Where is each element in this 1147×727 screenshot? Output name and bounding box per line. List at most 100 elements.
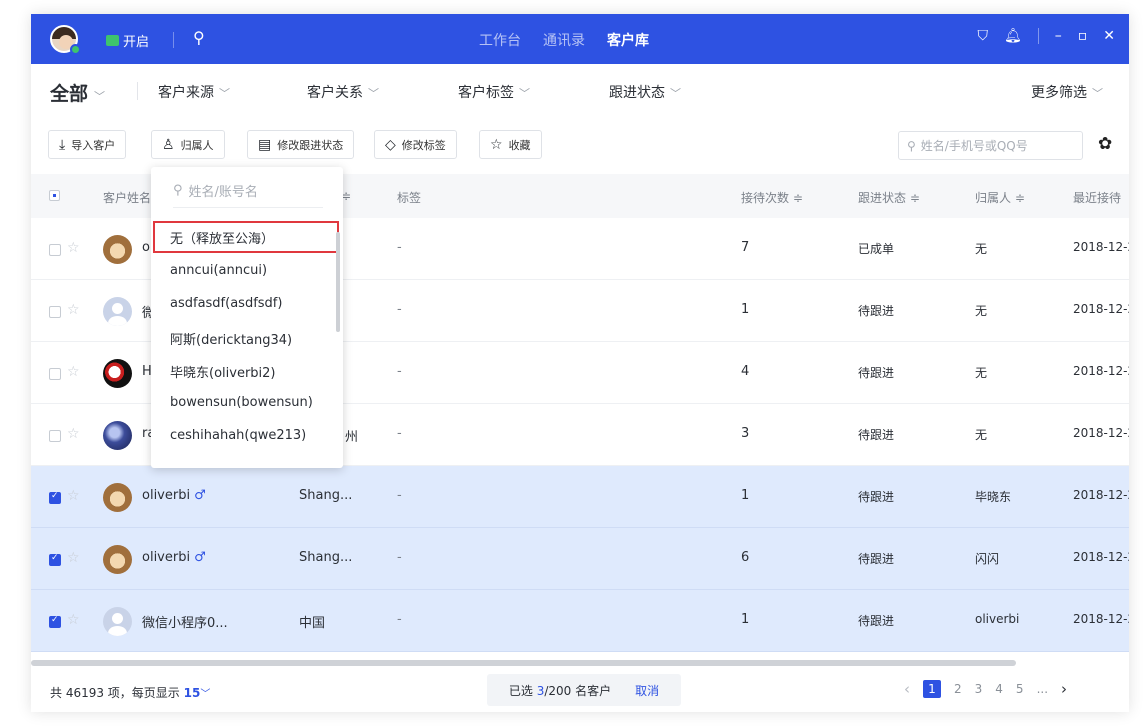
page-3[interactable]: 3: [975, 682, 983, 696]
page-2[interactable]: 2: [954, 682, 962, 696]
assign-label: 归属人: [180, 138, 214, 152]
cancel-selection-button[interactable]: 取消: [635, 682, 659, 699]
table-row[interactable]: ☆ 微信小程序0... 中国 - 1 待跟进 oliverbi 2018-12-…: [31, 590, 1129, 652]
recent-reception-date: 2018-12-2: [1073, 302, 1129, 316]
select-all-checkbox[interactable]: [49, 190, 60, 201]
dropdown-divider: [173, 207, 323, 208]
chevron-down-icon: ﹀: [519, 87, 530, 100]
close-icon[interactable]: ✕: [1103, 28, 1115, 44]
row-checkbox[interactable]: [49, 306, 61, 318]
row-checkbox[interactable]: [49, 430, 61, 442]
customer-name[interactable]: o: [142, 240, 150, 255]
customer-name[interactable]: 微信小程序0...: [142, 612, 228, 631]
chevron-down-icon: ﹀: [219, 87, 230, 100]
owner-option[interactable]: 毕晓东(oliverbi2): [170, 362, 276, 381]
owner: 无: [975, 242, 988, 256]
next-page-icon[interactable]: ›: [1061, 680, 1067, 698]
filter-source-label: 客户来源: [158, 85, 214, 101]
chevron-down-icon: ﹀: [94, 90, 106, 103]
filter-relation-dropdown[interactable]: 客户关系 ﹀: [307, 82, 379, 102]
bell-icon[interactable]: 🔔︎: [1004, 28, 1022, 44]
filter-all-dropdown[interactable]: 全部 ﹀: [50, 79, 105, 106]
assign-user-icon: ♙: [162, 136, 175, 153]
page-ellipsis[interactable]: ...: [1037, 682, 1048, 696]
controls-divider: [1037, 28, 1039, 44]
customer-name[interactable]: oliverbi ♂: [142, 550, 206, 565]
filter-relation-label: 客户关系: [307, 85, 363, 101]
owner-option[interactable]: bowensun(bowensun): [170, 395, 313, 410]
title-bar: 开启 ⚲ 工作台 通讯录 客户库 ⛉ 🔔︎ – ▫ ✕: [31, 14, 1129, 64]
search-icon[interactable]: ⚲: [193, 28, 205, 47]
page-size-value: 15: [183, 686, 201, 700]
favorite-button[interactable]: ☆ 收藏: [479, 130, 542, 159]
star-icon[interactable]: ☆: [67, 240, 80, 256]
import-customers-button[interactable]: ⤓ 导入客户: [48, 130, 127, 159]
customer-tag: -: [397, 302, 402, 317]
owner: 毕晓东: [975, 490, 1012, 504]
row-checkbox[interactable]: [49, 615, 61, 628]
header-follow-status[interactable]: 跟进状态 ≑: [858, 189, 920, 206]
total-label: 共 46193 项，每页显示: [50, 686, 180, 700]
page-5[interactable]: 5: [1016, 682, 1024, 696]
open-status-icon: [106, 35, 119, 46]
page-size-select[interactable]: 15﹀: [184, 686, 211, 700]
filter-bar: 全部 ﹀ 客户来源 ﹀ 客户关系 ﹀ 客户标签 ﹀ 跟进状态 ﹀ 更多筛选 ﹀: [31, 64, 1129, 114]
filter-status-dropdown[interactable]: 跟进状态 ﹀: [609, 82, 681, 102]
tab-workbench[interactable]: 工作台: [479, 30, 521, 50]
owner-option[interactable]: ceshihahah(qwe213): [170, 428, 306, 443]
header-owner[interactable]: 归属人 ≑: [975, 189, 1025, 206]
owner-select-dropdown: ⚲ 姓名/账号名 无（释放至公海） anncui(anncui) asdfasdf…: [151, 167, 343, 468]
open-toggle-button[interactable]: 开启: [106, 31, 149, 50]
customer-name[interactable]: oliverbi ♂: [142, 488, 206, 503]
reception-count: 4: [741, 364, 750, 379]
owner-option[interactable]: 阿斯(dericktang34): [170, 329, 292, 348]
header-customer-name[interactable]: 客户姓名: [103, 189, 151, 206]
tab-customer-library[interactable]: 客户库: [607, 30, 649, 50]
row-checkbox[interactable]: [49, 491, 61, 504]
header-recent-reception[interactable]: 最近接待: [1073, 189, 1121, 206]
gear-icon[interactable]: ✿: [1098, 134, 1112, 154]
customer-search-input[interactable]: ⚲ 姓名/手机号或QQ号: [898, 131, 1083, 160]
minimize-icon[interactable]: –: [1055, 28, 1062, 44]
owner-option[interactable]: 无（释放至公海）: [170, 228, 274, 247]
more-filters-dropdown[interactable]: 更多筛选 ﹀: [1031, 82, 1103, 102]
filter-tag-dropdown[interactable]: 客户标签 ﹀: [458, 82, 530, 102]
owner-option[interactable]: anncui(anncui): [170, 263, 267, 278]
chevron-down-icon: ﹀: [1092, 87, 1103, 100]
edit-tag-button[interactable]: ◇ 修改标签: [374, 130, 457, 159]
follow-status: 待跟进: [858, 490, 895, 504]
search-icon: ⚲: [173, 183, 183, 198]
horizontal-scrollbar[interactable]: [31, 660, 1016, 666]
row-checkbox[interactable]: [49, 368, 61, 380]
prev-page-icon[interactable]: ‹: [904, 680, 910, 698]
page-4[interactable]: 4: [995, 682, 1003, 696]
page-1[interactable]: 1: [923, 680, 941, 698]
star-icon[interactable]: ☆: [67, 426, 80, 442]
star-icon[interactable]: ☆: [67, 364, 80, 380]
star-icon[interactable]: ☆: [67, 550, 80, 566]
table-row[interactable]: ☆ oliverbi♂ Shang... - 1 待跟进 毕晓东 2018-12…: [31, 466, 1129, 528]
owner-search-input[interactable]: ⚲ 姓名/账号名: [173, 181, 258, 200]
more-filters-label: 更多筛选: [1031, 85, 1087, 101]
recent-reception-date: 2018-12-2: [1073, 550, 1129, 564]
star-icon[interactable]: ☆: [67, 302, 80, 318]
dropdown-scrollbar[interactable]: [336, 232, 340, 332]
star-icon[interactable]: ☆: [67, 612, 80, 628]
filter-source-dropdown[interactable]: 客户来源 ﹀: [158, 82, 230, 102]
avatar: [103, 297, 132, 326]
header-reception-count[interactable]: 接待次数 ≑: [741, 189, 803, 206]
star-icon[interactable]: ☆: [67, 488, 80, 504]
row-checkbox[interactable]: [49, 244, 61, 256]
edit-status-button[interactable]: ▤ 修改跟进状态: [247, 130, 355, 159]
owner-option[interactable]: asdfasdf(asdfsdf): [170, 296, 282, 311]
assign-owner-button[interactable]: ♙ 归属人: [151, 130, 225, 159]
tab-contacts[interactable]: 通讯录: [543, 30, 585, 50]
shield-icon[interactable]: ⛉: [977, 28, 988, 44]
table-row[interactable]: ☆ oliverbi♂ Shang... - 6 待跟进 闪闪 2018-12-…: [31, 528, 1129, 590]
selected-suffix: /200 名客户: [544, 683, 612, 698]
row-checkbox[interactable]: [49, 553, 61, 566]
open-label: 开启: [123, 35, 150, 50]
import-label: 导入客户: [71, 138, 116, 152]
maximize-icon[interactable]: ▫: [1078, 28, 1088, 44]
favorite-label: 收藏: [508, 138, 531, 152]
